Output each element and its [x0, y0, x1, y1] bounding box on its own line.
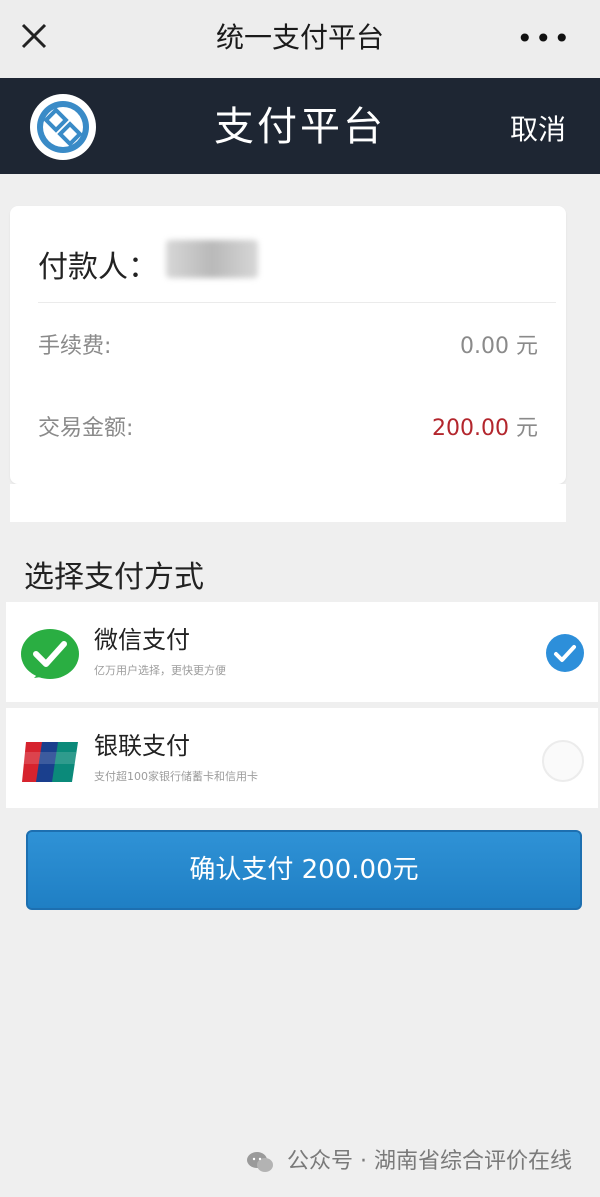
payment-option-wechat[interactable]: 微信支付 亿万用户选择，更快更方便	[6, 602, 598, 702]
unionpay-icon	[22, 742, 78, 782]
divider	[38, 302, 556, 303]
app-header: 支付平台 取消	[0, 78, 600, 174]
fee-amount: 0.00	[460, 334, 509, 359]
payment-option-name: 微信支付	[94, 626, 190, 654]
check-icon	[554, 645, 576, 662]
transaction-amount: 200.00	[432, 416, 509, 441]
amount-value: 200.00 元	[432, 410, 538, 442]
top-nav-bar: 统一支付平台 •••	[0, 0, 600, 78]
card-footer-space	[10, 484, 566, 522]
payment-method-heading: 选择支付方式	[24, 560, 204, 595]
payment-option-desc: 支付超100家银行储蓄卡和信用卡	[94, 770, 258, 783]
payment-option-desc: 亿万用户选择，更快更方便	[94, 664, 226, 677]
fee-label: 手续费:	[38, 334, 112, 359]
payer-label: 付款人：	[38, 250, 158, 285]
payment-option-name: 银联支付	[94, 732, 190, 760]
amount-unit: 元	[515, 416, 538, 441]
unselected-radio[interactable]	[542, 740, 584, 782]
footer-text: 公众号 · 湖南省综合评价在线	[287, 1149, 572, 1174]
footer-watermark: 公众号 · 湖南省综合评价在线	[246, 1143, 572, 1175]
wechat-official-account-icon	[247, 1152, 274, 1172]
more-options-icon[interactable]: •••	[516, 22, 572, 55]
cancel-button[interactable]: 取消	[510, 108, 566, 148]
payment-info-card: 付款人： 手续费: 0.00 元 交易金额: 200.00 元	[10, 206, 566, 484]
payment-option-unionpay[interactable]: 银联支付 支付超100家银行储蓄卡和信用卡	[6, 708, 598, 808]
wechat-pay-icon	[21, 629, 79, 679]
window-title: 统一支付平台	[215, 21, 384, 54]
confirm-payment-button[interactable]: 确认支付 200.00元	[26, 830, 582, 910]
fee-value: 0.00 元	[460, 328, 538, 360]
fee-unit: 元	[515, 334, 538, 359]
selected-radio[interactable]	[546, 634, 584, 672]
payer-name-blurred	[166, 240, 258, 278]
amount-label: 交易金额:	[38, 416, 134, 441]
